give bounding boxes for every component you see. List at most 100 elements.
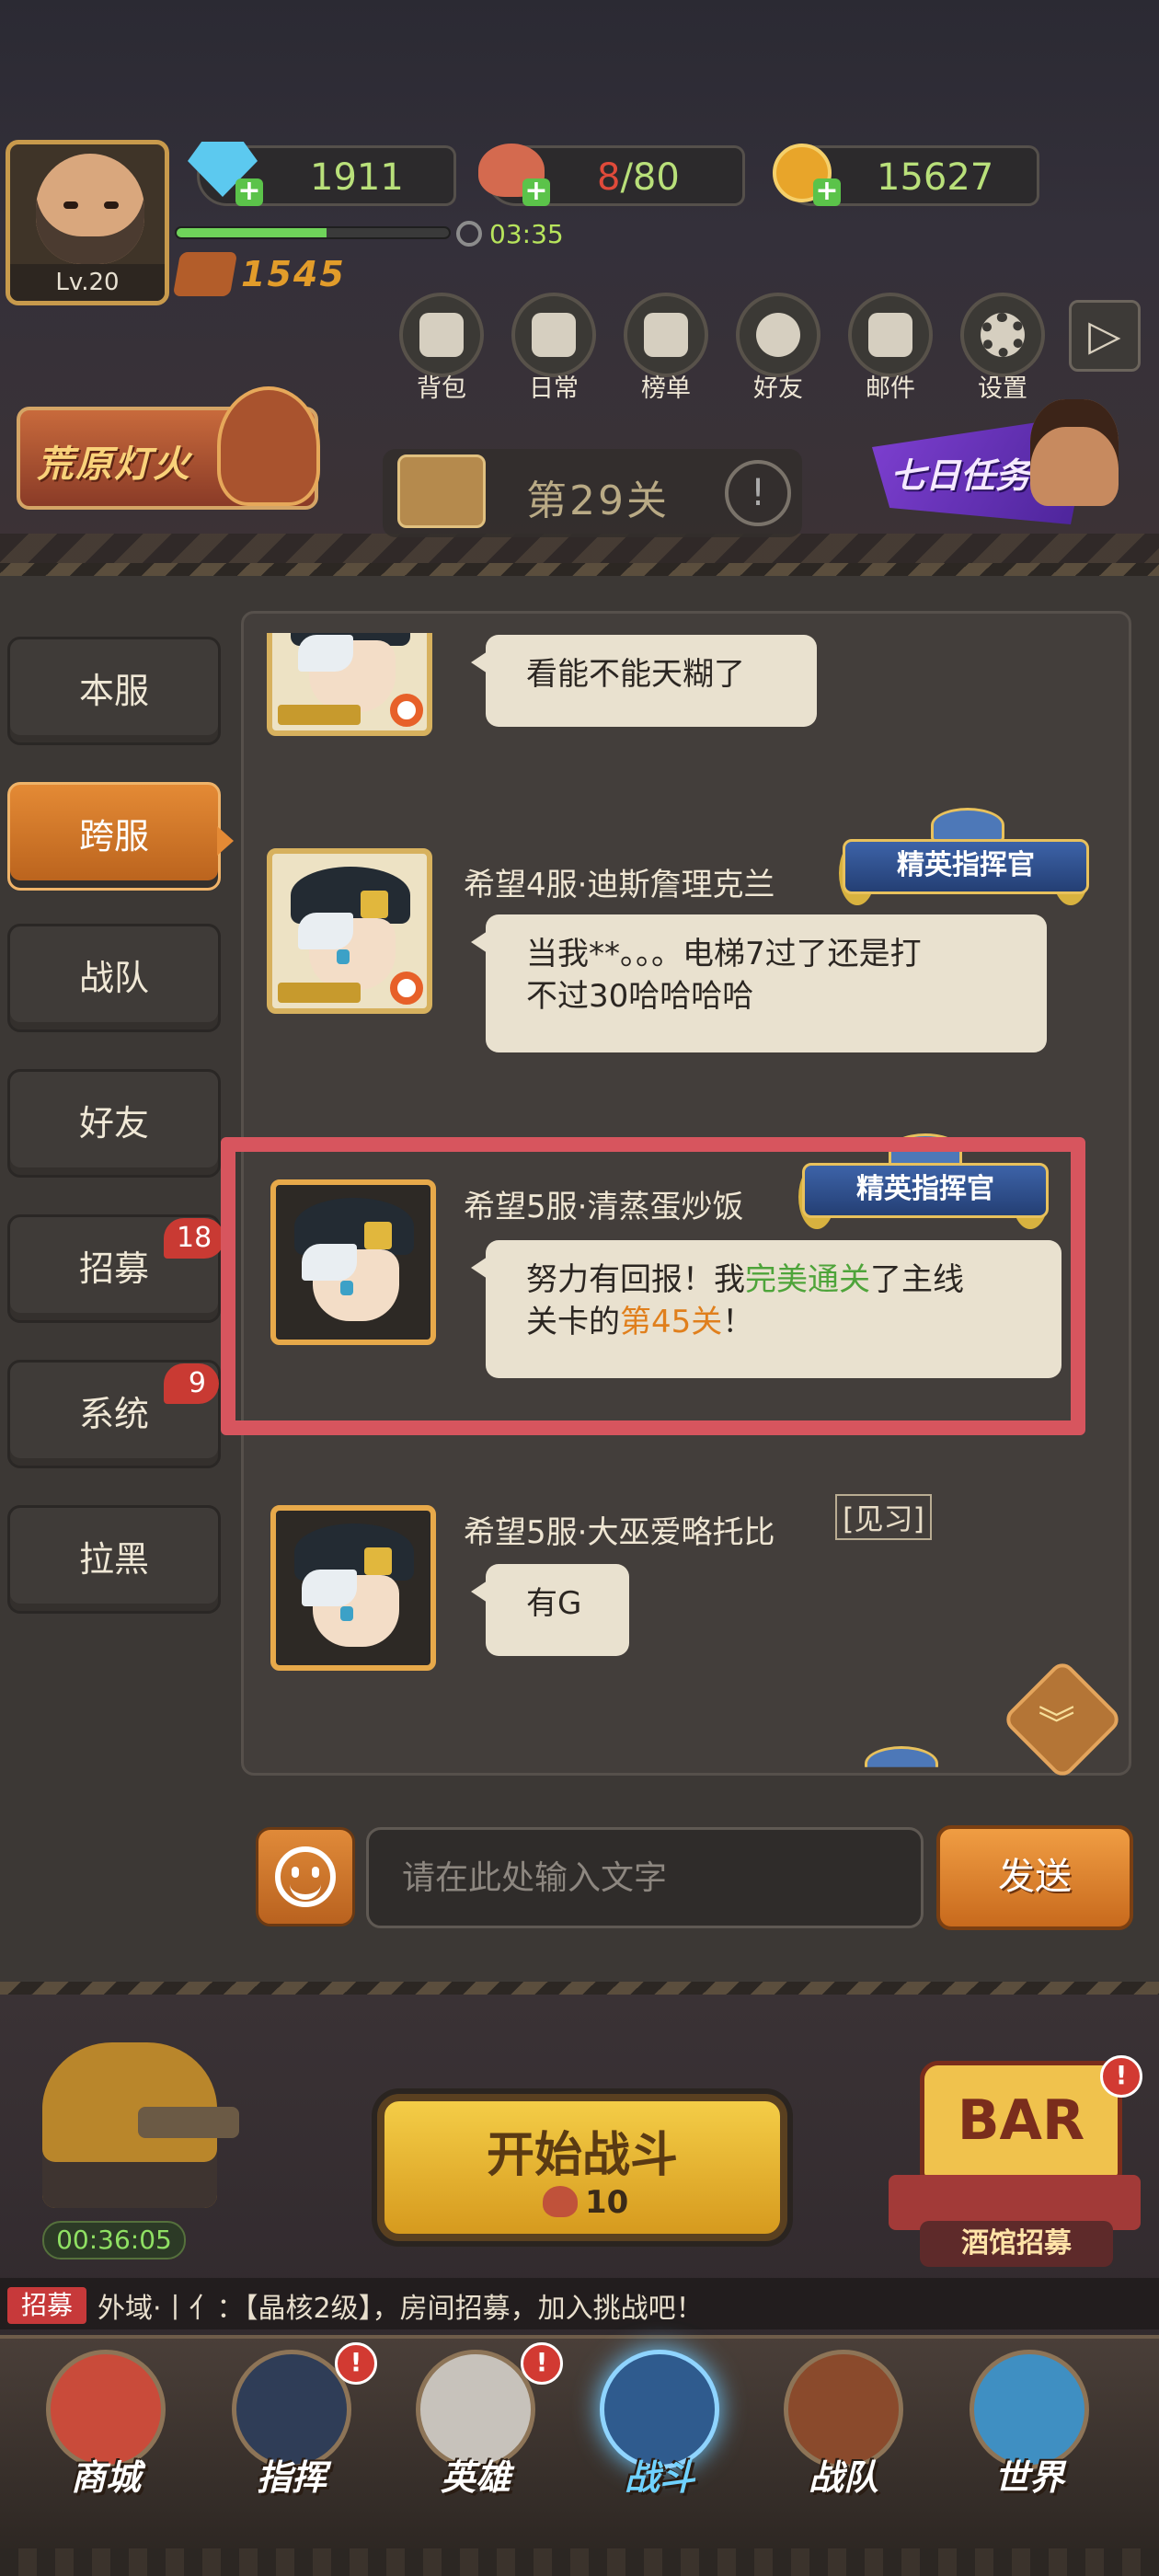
nav-label: 世界 xyxy=(993,2457,1064,2498)
exp-bar xyxy=(175,226,451,239)
player-level: Lv.20 xyxy=(10,264,165,301)
friends-label: 好友 xyxy=(753,374,803,403)
daily-label: 日常 xyxy=(529,374,579,403)
chest-icon xyxy=(397,454,486,528)
player-avatar[interactable]: Lv.20 xyxy=(6,140,169,305)
tab-local-server[interactable]: 本服 xyxy=(7,637,221,745)
send-button[interactable]: 发送 xyxy=(936,1825,1133,1930)
avatar-hair xyxy=(298,913,353,949)
avatar-hair xyxy=(298,635,353,672)
combat-power: 1545 xyxy=(241,254,346,294)
sender-avatar[interactable] xyxy=(267,848,432,1014)
ranking-label: 榜单 xyxy=(641,374,691,403)
gold-value: 15627 xyxy=(877,156,994,199)
message-text: 看能不能天糊了 xyxy=(526,656,745,693)
start-battle-label: 开始战斗 xyxy=(486,2128,678,2183)
tavern-recruit-label[interactable]: 酒馆招募 xyxy=(920,2221,1113,2267)
exp-bar-fill xyxy=(177,228,327,237)
start-battle-cost: 10 xyxy=(585,2184,629,2221)
ranking-button[interactable] xyxy=(624,293,708,377)
backpack-button[interactable] xyxy=(399,293,484,377)
daily-box-icon xyxy=(532,313,576,357)
chevron-right-icon: ▷ xyxy=(1088,310,1121,360)
nav-team[interactable]: 战队 xyxy=(765,2342,922,2526)
message-bubble: 看能不能天糊了 xyxy=(471,635,817,727)
friends-button[interactable] xyxy=(736,293,820,377)
daily-button[interactable] xyxy=(511,293,596,377)
recruit-unread-badge: 18 xyxy=(164,1218,225,1259)
energy-timer: 03:35 xyxy=(489,219,564,249)
mail-button[interactable] xyxy=(848,293,933,377)
target-icon xyxy=(390,694,423,727)
current-stage: 第29关 xyxy=(526,477,670,524)
sender-avatar[interactable] xyxy=(270,1505,436,1671)
nav-label: 商城 xyxy=(70,2457,141,2498)
seven-day-quest-title: 七日任务 xyxy=(890,455,1031,496)
message-text: 有G xyxy=(526,1585,582,1622)
nav-label: 战队 xyxy=(808,2457,878,2498)
avatar-eye xyxy=(104,201,119,209)
hotpot-icon xyxy=(217,386,320,506)
avatar-eye xyxy=(340,1606,353,1621)
rifle-icon xyxy=(278,983,361,1003)
chat-input[interactable] xyxy=(366,1827,924,1928)
highlight-frame xyxy=(221,1137,1085,1435)
message-text-line: 不过30哈哈哈哈 xyxy=(526,978,754,1015)
mech-cannon-icon xyxy=(138,2107,239,2138)
idle-reward-timer: 00:36:05 xyxy=(42,2221,186,2260)
bottom-trim xyxy=(0,2548,1159,2576)
cap-badge xyxy=(361,891,388,918)
commander-cap-icon xyxy=(931,808,1004,843)
cap-badge xyxy=(364,1547,392,1575)
tab-team[interactable]: 战队 xyxy=(7,924,221,1032)
active-tab-arrow xyxy=(217,826,234,856)
tavern-alert-badge: ! xyxy=(1100,2055,1142,2098)
system-unread-badge: 9 xyxy=(164,1363,219,1404)
mail-icon xyxy=(868,313,912,357)
add-diamond-icon[interactable]: + xyxy=(235,178,263,206)
nav-label: 战斗 xyxy=(624,2457,694,2498)
emoji-button[interactable] xyxy=(256,1827,355,1926)
elite-commander-title: 精英指挥官 xyxy=(843,839,1089,894)
ticker-text: 外域·丨亻：【晶核2级】，房间招募，加入挑战吧！ xyxy=(98,2293,704,2325)
clock-icon xyxy=(456,221,482,247)
character-portrait xyxy=(1030,399,1119,506)
sender-name[interactable]: 希望4服·迪斯詹理克兰 xyxy=(464,859,775,904)
tab-cross-server[interactable]: 跨服 xyxy=(7,782,221,891)
heroes-alert-badge: ! xyxy=(521,2342,563,2385)
nav-shop[interactable]: 商城 xyxy=(28,2342,184,2526)
sender-name[interactable]: 希望5服·大巫爱略托比 xyxy=(464,1507,775,1552)
rifle-icon xyxy=(278,705,361,725)
expand-menu-button[interactable]: ▷ xyxy=(1069,300,1141,372)
nav-battle[interactable]: 战斗 xyxy=(581,2342,738,2526)
message-text-line: 当我**。。。电梯7过了还是打 xyxy=(526,936,922,972)
message-bubble: 当我**。。。电梯7过了还是打 不过30哈哈哈哈 xyxy=(471,914,1047,1052)
tab-friends[interactable]: 好友 xyxy=(7,1069,221,1178)
wasteland-event-title: 荒原灯火 xyxy=(37,443,191,486)
backpack-label: 背包 xyxy=(417,374,466,403)
settings-label: 设置 xyxy=(978,374,1027,403)
nav-label: 英雄 xyxy=(440,2457,511,2498)
target-icon xyxy=(390,972,423,1005)
ticker-tag: 招募 xyxy=(7,2287,86,2324)
info-icon[interactable]: ! xyxy=(725,460,791,526)
smiley-icon xyxy=(275,1846,336,1907)
add-gold-icon[interactable]: + xyxy=(813,178,841,206)
message-bubble: 有G xyxy=(471,1564,629,1656)
friend-icon xyxy=(756,313,800,357)
nav-world[interactable]: 世界 xyxy=(951,2342,1107,2526)
settings-button[interactable] xyxy=(960,293,1045,377)
stamina-max: /80 xyxy=(620,156,680,199)
tab-blocklist[interactable]: 拉黑 xyxy=(7,1505,221,1614)
avatar-face xyxy=(36,154,144,264)
avatar-eye xyxy=(63,201,78,209)
backpack-icon xyxy=(419,313,464,357)
gear-icon xyxy=(981,313,1025,357)
tavern-sign[interactable]: BAR xyxy=(920,2061,1122,2180)
trainee-tag: [见习] xyxy=(835,1494,932,1540)
avatar-eye xyxy=(337,949,350,964)
podium-icon xyxy=(644,313,688,357)
nav-label: 指挥 xyxy=(256,2457,327,2498)
double-chevron-down-icon: ︾ xyxy=(1038,1704,1075,1747)
add-stamina-icon[interactable]: + xyxy=(522,178,550,206)
